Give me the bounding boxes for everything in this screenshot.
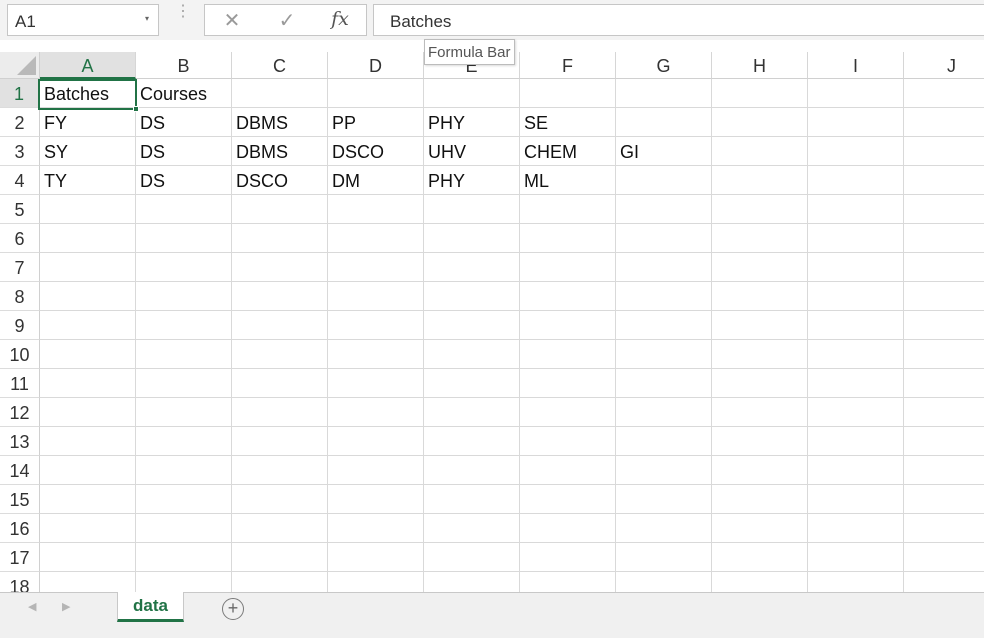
select-all-triangle-icon: [17, 56, 36, 75]
previous-sheet-icon[interactable]: ◀: [28, 600, 36, 613]
cell-d2[interactable]: PP: [328, 108, 424, 137]
cell-b2[interactable]: DS: [136, 108, 232, 137]
insert-function-icon[interactable]: fx: [328, 8, 352, 30]
column-header-j[interactable]: J: [904, 52, 984, 79]
worksheet-grid[interactable]: ABCDEFGHIJ 1 2 3 4 5 6 7 8 9 10 11 12 13 14 15 16 17 18 B…: [0, 40, 984, 592]
column-header-i[interactable]: I: [808, 52, 904, 79]
next-sheet-icon[interactable]: ▶: [62, 600, 70, 613]
grid-row-line: [40, 281, 984, 282]
grid-row-line: [40, 426, 984, 427]
cell-a4[interactable]: TY: [40, 166, 136, 195]
chevron-down-icon[interactable]: ▾: [145, 14, 149, 23]
cell-b3[interactable]: DS: [136, 137, 232, 166]
row-header-5[interactable]: 5: [0, 195, 40, 224]
grid-row-line: [40, 368, 984, 369]
row-header-14[interactable]: 14: [0, 456, 40, 485]
cancel-icon[interactable]: ✕: [220, 8, 244, 33]
column-header-b[interactable]: B: [136, 52, 232, 79]
grid-row-line: [40, 339, 984, 340]
grid-row-line: [40, 455, 984, 456]
cell-g3[interactable]: GI: [616, 137, 712, 166]
grid-row-line: [40, 223, 984, 224]
cell-f3[interactable]: CHEM: [520, 137, 616, 166]
row-header-9[interactable]: 9: [0, 311, 40, 340]
column-header-f[interactable]: F: [520, 52, 616, 79]
cell-e4[interactable]: PHY: [424, 166, 520, 195]
formula-bar-area: A1 ▾ ⋮ ✕ ✓ fx Batches: [0, 0, 984, 40]
cell-c3[interactable]: DBMS: [232, 137, 328, 166]
more-options-icon[interactable]: ⋮: [175, 4, 191, 20]
column-header-c[interactable]: C: [232, 52, 328, 79]
row-header-1[interactable]: 1: [0, 79, 40, 108]
cell-d4[interactable]: DM: [328, 166, 424, 195]
cell-d3[interactable]: DSCO: [328, 137, 424, 166]
grid-row-line: [40, 484, 984, 485]
row-header-6[interactable]: 6: [0, 224, 40, 253]
grid-column-line: [807, 79, 808, 592]
grid-row-line: [40, 397, 984, 398]
row-header-18[interactable]: 18: [0, 572, 40, 592]
row-header-7[interactable]: 7: [0, 253, 40, 282]
select-all-button[interactable]: [0, 52, 40, 79]
enter-icon[interactable]: ✓: [275, 8, 299, 33]
row-header-13[interactable]: 13: [0, 427, 40, 456]
column-header-h[interactable]: H: [712, 52, 808, 79]
grid-row-line: [40, 310, 984, 311]
row-header-17[interactable]: 17: [0, 543, 40, 572]
cell-f4[interactable]: ML: [520, 166, 616, 195]
cell-c4[interactable]: DSCO: [232, 166, 328, 195]
row-header-8[interactable]: 8: [0, 282, 40, 311]
cell-a3[interactable]: SY: [40, 137, 136, 166]
name-box-value: A1: [15, 12, 36, 31]
formula-input[interactable]: Batches: [373, 4, 984, 36]
grid-row-line: [40, 252, 984, 253]
row-header-4[interactable]: 4: [0, 166, 40, 195]
cell-c2[interactable]: DBMS: [232, 108, 328, 137]
row-header-15[interactable]: 15: [0, 485, 40, 514]
cell-a2[interactable]: FY: [40, 108, 136, 137]
cell-e2[interactable]: PHY: [424, 108, 520, 137]
row-header-11[interactable]: 11: [0, 369, 40, 398]
add-sheet-icon[interactable]: +: [222, 598, 244, 620]
name-box[interactable]: A1 ▾: [7, 4, 159, 36]
grid-row-line: [40, 513, 984, 514]
row-header-2[interactable]: 2: [0, 108, 40, 137]
column-header-g[interactable]: G: [616, 52, 712, 79]
fill-handle[interactable]: [133, 106, 139, 112]
column-header-d[interactable]: D: [328, 52, 424, 79]
grid-row-line: [40, 571, 984, 572]
row-header-12[interactable]: 12: [0, 398, 40, 427]
row-header-16[interactable]: 16: [0, 514, 40, 543]
row-header-3[interactable]: 3: [0, 137, 40, 166]
grid-row-line: [40, 542, 984, 543]
row-header-10[interactable]: 10: [0, 340, 40, 369]
cell-b4[interactable]: DS: [136, 166, 232, 195]
formula-buttons: ✕ ✓ fx: [204, 4, 367, 36]
column-header-a[interactable]: A: [40, 52, 136, 79]
status-bar: [0, 624, 984, 638]
formula-bar-tooltip: Formula Bar: [424, 39, 515, 65]
cell-e3[interactable]: UHV: [424, 137, 520, 166]
sheet-tab-bar: ◀ ▶ data +: [0, 592, 984, 624]
sheet-tab-data[interactable]: data: [117, 592, 184, 622]
cell-b1[interactable]: Courses: [136, 79, 232, 108]
grid-column-line: [903, 79, 904, 592]
active-cell-border: [38, 79, 139, 112]
cell-f2[interactable]: SE: [520, 108, 616, 137]
formula-value: Batches: [390, 12, 452, 31]
